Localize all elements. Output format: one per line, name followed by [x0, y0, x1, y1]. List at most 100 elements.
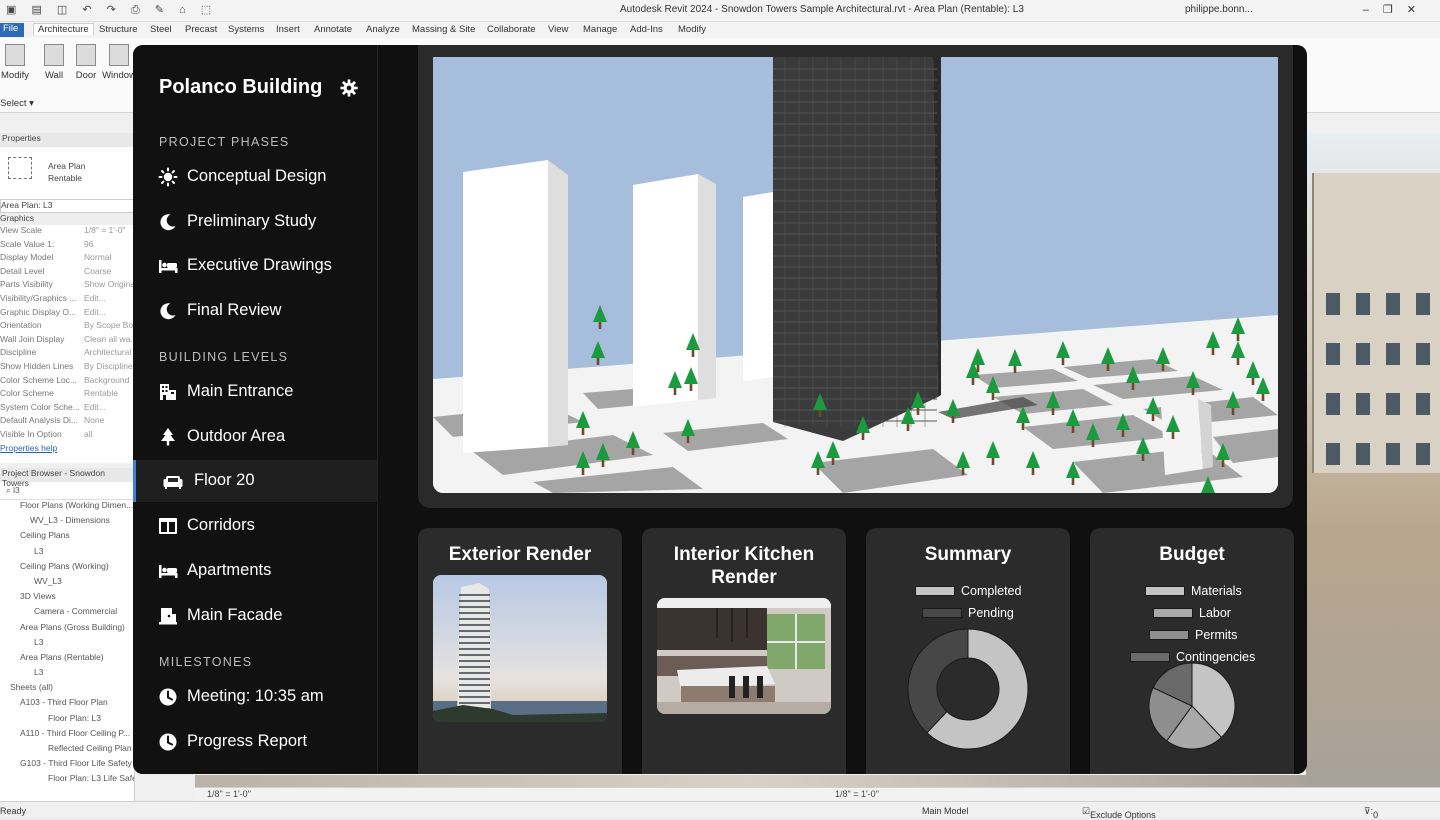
- exclude-options-toggle[interactable]: ☑ Exclude Options: [1082, 806, 1156, 820]
- property-row[interactable]: Display Model Normal: [0, 252, 134, 266]
- ribbon-tab-insert[interactable]: Insert: [276, 24, 300, 35]
- ribbon-tab-view[interactable]: View: [548, 24, 568, 35]
- ribbon-tab-annotate[interactable]: Annotate: [314, 24, 352, 35]
- quick-access-toolbar[interactable]: ▣ ▤ ◫ ↶ ↷ ⎙ ✎ ⌂ ⬚: [6, 3, 217, 17]
- exterior-render-image[interactable]: [433, 575, 607, 722]
- sidebar-item-outdoor-area[interactable]: Outdoor Area: [133, 416, 378, 458]
- filter-count[interactable]: ⊽: 0: [1364, 806, 1378, 820]
- browser-item[interactable]: L3: [0, 667, 134, 682]
- sidebar-item-floor-20[interactable]: Floor 20: [133, 460, 378, 502]
- property-row[interactable]: Detail Level Coarse: [0, 266, 134, 280]
- property-value: 1/8" = 1'-0": [84, 225, 126, 235]
- section-header: MILESTONES: [159, 655, 253, 669]
- property-row[interactable]: Orientation By Scope Box: [0, 320, 134, 334]
- ribbon-tab-modify[interactable]: Modify: [678, 24, 706, 35]
- browser-item[interactable]: L3: [0, 546, 134, 561]
- sidebar-item-label: Meeting: 10:35 am: [187, 687, 324, 705]
- window-icon: [109, 44, 129, 66]
- property-row[interactable]: Wall Join Display Clean all wa...: [0, 334, 134, 348]
- card-title: Interior Kitchen Render: [673, 544, 815, 588]
- property-row[interactable]: Visibility/Graphics ... Edit...: [0, 293, 134, 307]
- user-account[interactable]: philippe.bonn...: [1185, 4, 1253, 15]
- sidebar-item-progress-report[interactable]: Progress Report: [133, 721, 378, 763]
- ribbon-tab-architecture[interactable]: Architecture: [33, 23, 94, 35]
- wall-tool[interactable]: Wall: [40, 44, 68, 81]
- ribbon-tab-add-ins[interactable]: Add-Ins: [630, 24, 663, 35]
- browser-item[interactable]: 3D Views: [0, 591, 134, 606]
- window-tool[interactable]: Window: [102, 44, 136, 81]
- type-selector[interactable]: Area Plan Rentable: [0, 147, 134, 199]
- sidebar-item-corridors[interactable]: Corridors: [133, 505, 378, 547]
- sidebar-item-preliminary-study[interactable]: Preliminary Study: [133, 201, 378, 243]
- view-scale-left[interactable]: 1/8" = 1'-0": [207, 789, 251, 799]
- revit-3d-view[interactable]: [1306, 133, 1440, 793]
- property-row[interactable]: Color Scheme Loc... Background: [0, 375, 134, 389]
- property-row[interactable]: Visible In Option all: [0, 429, 134, 443]
- window-controls[interactable]: –❐✕: [1363, 3, 1430, 16]
- browser-item[interactable]: WV_L3 - Dimensions: [0, 515, 134, 530]
- browser-item[interactable]: L3: [0, 637, 134, 652]
- 3d-city-scene[interactable]: [433, 57, 1278, 493]
- summary-card[interactable]: Summary Completed Pending: [866, 528, 1070, 774]
- browser-item[interactable]: Area Plans (Rentable): [0, 652, 134, 667]
- browser-item[interactable]: Floor Plan: L3: [0, 713, 134, 728]
- sidebar-item-conceptual-design[interactable]: Conceptual Design: [133, 156, 378, 198]
- ribbon-tab-file[interactable]: File: [0, 23, 24, 37]
- browser-item[interactable]: Sheets (all): [0, 682, 134, 697]
- properties-help-link[interactable]: Properties help: [0, 443, 134, 453]
- ribbon-tab-precast[interactable]: Precast: [185, 24, 217, 35]
- building-window: [1356, 293, 1370, 315]
- view-selector[interactable]: Area Plan: L3: [0, 199, 134, 213]
- building-window: [1416, 343, 1430, 365]
- property-row[interactable]: Parts Visibility Show Original: [0, 279, 134, 293]
- main-model-selector[interactable]: Main Model: [922, 806, 969, 816]
- budget-pie-chart[interactable]: [1148, 662, 1236, 750]
- gear-icon[interactable]: [340, 79, 358, 97]
- browser-item[interactable]: A103 - Third Floor Plan: [0, 697, 134, 712]
- ribbon-tab-structure[interactable]: Structure: [99, 24, 138, 35]
- property-row[interactable]: Discipline Architectural: [0, 347, 134, 361]
- property-row[interactable]: View Scale 1/8" = 1'-0": [0, 225, 134, 239]
- browser-item[interactable]: Floor Plan: L3 Life Safety Plan: [0, 773, 134, 788]
- sidebar-item-meeting-10-35-am[interactable]: Meeting: 10:35 am: [133, 676, 378, 718]
- select-dropdown[interactable]: Select ▾: [0, 98, 34, 109]
- browser-item[interactable]: Ceiling Plans: [0, 530, 134, 545]
- sidebar-item-final-review[interactable]: Final Review: [133, 290, 378, 332]
- property-value: Clean all wa...: [84, 333, 134, 344]
- browser-item[interactable]: Camera - Commercial: [0, 606, 134, 621]
- exterior-render-card[interactable]: Exterior Render: [418, 528, 622, 774]
- ribbon-tab-analyze[interactable]: Analyze: [366, 24, 400, 35]
- sidebar-item-main-facade[interactable]: Main Facade: [133, 595, 378, 637]
- sidebar-item-main-entrance[interactable]: Main Entrance: [133, 371, 378, 413]
- sidebar-item-label: Main Entrance: [187, 382, 294, 400]
- moon-icon: [160, 214, 176, 231]
- interior-kitchen-card[interactable]: Interior Kitchen Render: [642, 528, 846, 774]
- browser-item[interactable]: Reflected Ceiling Plan: [0, 743, 134, 758]
- interior-kitchen-image[interactable]: [657, 598, 831, 714]
- browser-item[interactable]: G103 - Third Floor Life Safety Plan: [0, 758, 134, 773]
- ribbon-tab-systems[interactable]: Systems: [228, 24, 264, 35]
- door-tool[interactable]: Door: [72, 44, 100, 81]
- budget-card[interactable]: Budget Materials Labor Permits Contingencie…: [1090, 528, 1294, 774]
- slice-pending[interactable]: [907, 628, 969, 734]
- summary-donut-chart[interactable]: [907, 628, 1029, 750]
- browser-item[interactable]: Area Plans (Gross Building): [0, 622, 134, 637]
- property-row[interactable]: Scale Value 1: 96: [0, 239, 134, 253]
- browser-item[interactable]: WV_L3: [0, 576, 134, 591]
- property-row[interactable]: Default Analysis Di... None: [0, 415, 134, 429]
- property-row[interactable]: Color Scheme Rentable: [0, 388, 134, 402]
- browser-item[interactable]: A110 - Third Floor Ceiling P...: [0, 728, 134, 743]
- view-scale-right[interactable]: 1/8" = 1'-0": [835, 789, 879, 799]
- browser-item[interactable]: Ceiling Plans (Working): [0, 561, 134, 576]
- property-row[interactable]: Graphic Display O... Edit...: [0, 307, 134, 321]
- ribbon-tab-manage[interactable]: Manage: [583, 24, 617, 35]
- property-row[interactable]: System Color Sche... Edit...: [0, 402, 134, 416]
- ribbon-tab-massing-site[interactable]: Massing & Site: [412, 24, 475, 35]
- browser-item[interactable]: Floor Plans (Working Dimen...: [0, 500, 134, 515]
- ribbon-tab-steel[interactable]: Steel: [150, 24, 172, 35]
- sidebar-item-executive-drawings[interactable]: Executive Drawings: [133, 245, 378, 287]
- sidebar-item-apartments[interactable]: Apartments: [133, 550, 378, 592]
- ribbon-tab-collaborate[interactable]: Collaborate: [487, 24, 536, 35]
- modify-tool[interactable]: Modify: [0, 44, 30, 81]
- property-row[interactable]: Show Hidden Lines By Discipline: [0, 361, 134, 375]
